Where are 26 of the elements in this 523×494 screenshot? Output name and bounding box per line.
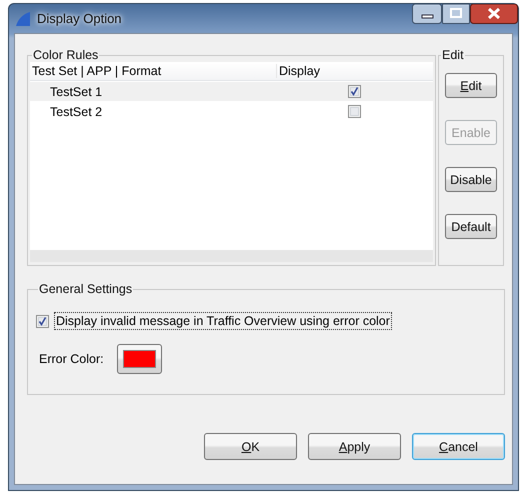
app-icon [15,10,31,26]
maximize-button[interactable] [442,4,470,24]
column-header[interactable]: Test Set | APP | Format [30,64,276,78]
dialog-button[interactable]: OK [204,433,297,460]
checkbox[interactable] [348,85,361,98]
list-row[interactable]: TestSet 2 [30,102,433,121]
checkbox[interactable] [36,314,49,328]
option-label[interactable]: Display invalid message in Traffic Overview using error color [54,312,392,330]
group-title: General Settings [38,282,134,296]
column-header[interactable]: Display [276,64,433,78]
color-picker-button[interactable] [116,344,162,374]
edit-group-button[interactable]: Default [445,214,497,239]
minimize-button[interactable] [412,4,442,24]
error-color-label: Error Color: [39,352,104,366]
close-button[interactable] [470,4,518,24]
test-set-name: TestSet 1 [50,84,104,98]
window-title: Display Option [37,11,122,26]
checkbox[interactable] [348,105,361,118]
edit-group-button[interactable]: Disable [445,167,497,192]
group-title: Edit [441,48,465,62]
edit-group-button[interactable]: Edit [445,73,497,98]
group-title: Color Rules [32,48,100,62]
dialog-button[interactable]: Apply [308,433,401,460]
list-row[interactable]: TestSet 1 [30,82,433,101]
test-set-name: TestSet 2 [50,104,104,118]
dialog-button[interactable]: Cancel [412,433,505,460]
